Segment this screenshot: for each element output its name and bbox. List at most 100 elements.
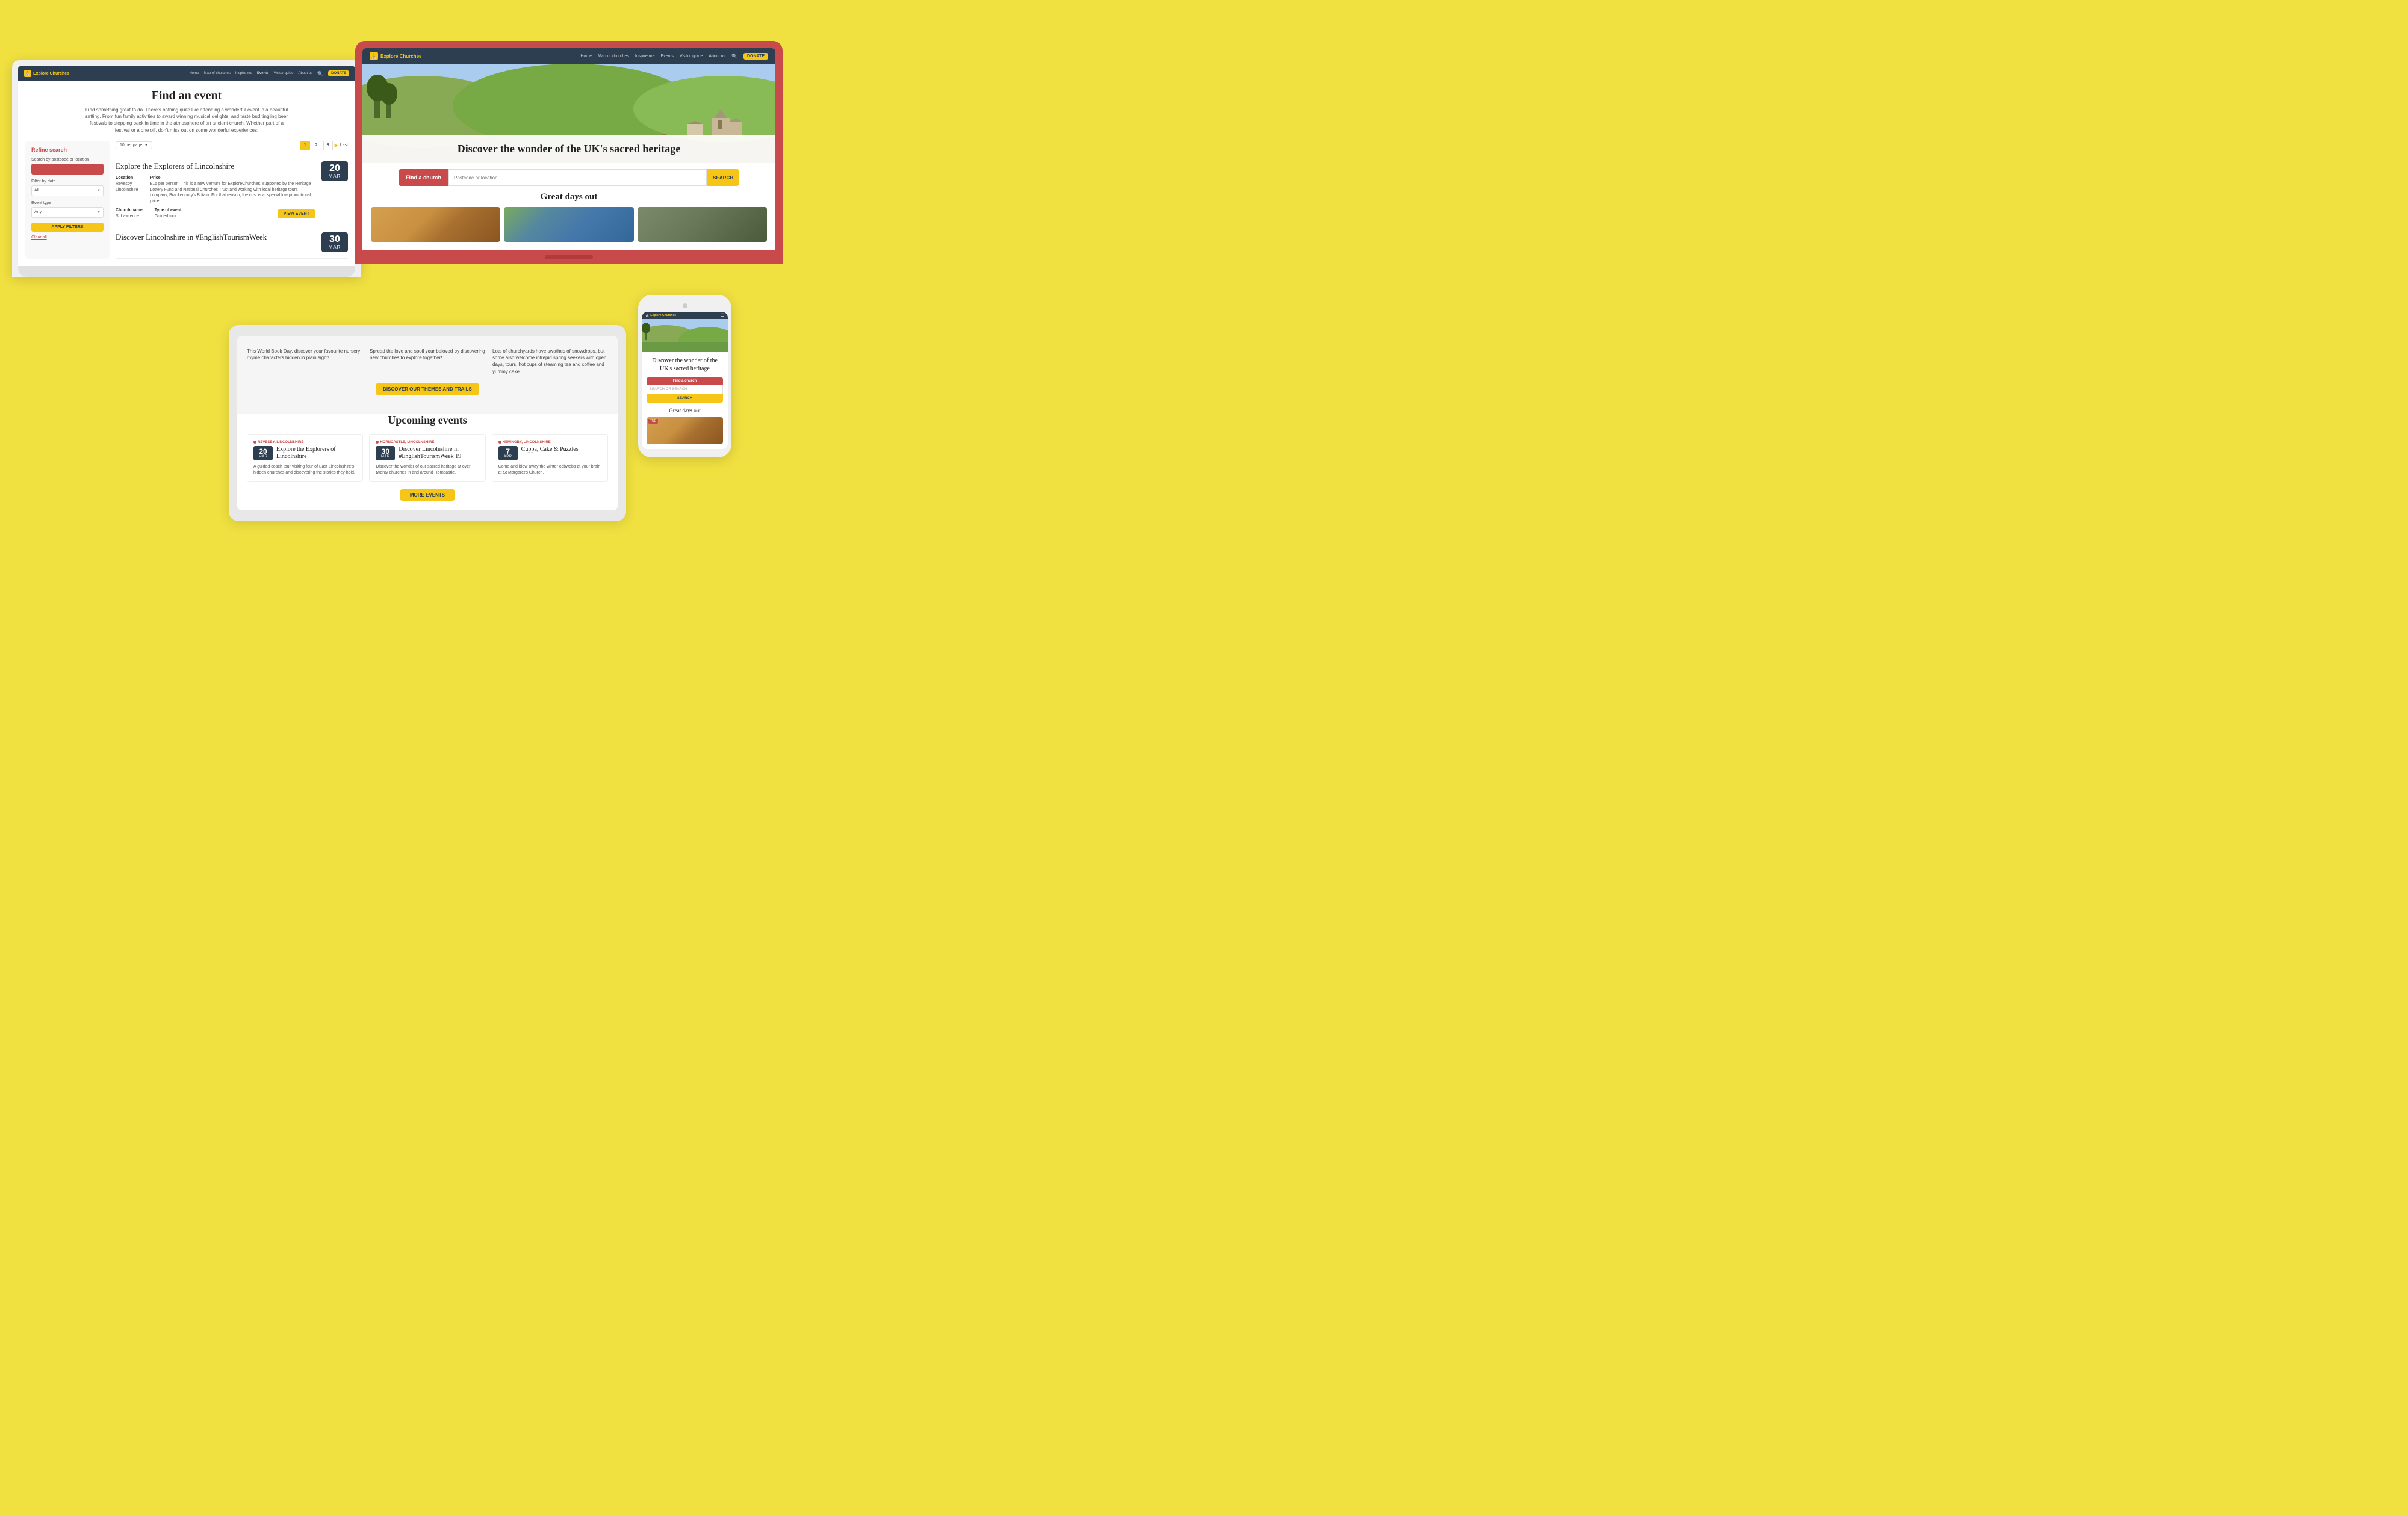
event-bottom-meta-1: Church name St Lawrence Type of event Gu… [116, 208, 315, 220]
main-nav-events[interactable]: Events [661, 54, 674, 58]
main-nav-home[interactable]: Home [580, 54, 592, 58]
tec-day-2: 30 [376, 448, 395, 455]
location-value: Revesby, Lincolnshire [116, 181, 138, 193]
more-events-btn[interactable]: MORE EVENTS [400, 489, 455, 501]
tablet-events-section: Upcoming events REVESBY, LINCOLNSHIRE 20… [237, 414, 618, 511]
pagination: 1 2 3 ▶ Last [300, 141, 348, 150]
main-nav-visitor[interactable]: Visitor guide [680, 54, 703, 58]
type-block: Type of event Guided tour [155, 208, 182, 220]
small-nav-home[interactable]: Home [189, 72, 199, 75]
event-type-value: Any [34, 210, 42, 214]
view-event-btn-1[interactable]: VIEW EVENT [278, 209, 315, 218]
main-laptop-screen: ⛪ Explore Churches Home Map of churches … [362, 48, 775, 250]
tec-header-1: 20 MAR Explore the Explorers of Lincolns… [253, 446, 356, 460]
small-nav-about[interactable]: About us [298, 72, 312, 75]
tec-day-3: 7 [498, 448, 518, 455]
small-laptop-frame: ⛪ Explore Churches Home Map of churches … [12, 60, 361, 277]
events-controls: 10 per page ▼ 1 2 3 ▶ Last [116, 141, 348, 150]
tec-header-3: 7 APR Cuppa, Cake & Puzzles [498, 446, 601, 460]
small-search-icon[interactable]: 🔍 [317, 71, 323, 76]
date-month-2: MAR [321, 244, 348, 250]
small-donate-btn[interactable]: DONATE [328, 70, 349, 76]
great-days-title: Great days out [362, 192, 775, 202]
great-days-card-3[interactable] [638, 207, 767, 242]
date-day-2: 30 [321, 235, 348, 244]
tec-date-2: 30 MAR [376, 446, 395, 460]
phone-hero-img [642, 319, 728, 352]
per-page-arrow: ▼ [144, 143, 148, 147]
phone-device: ⛪ Explore Churches ☰ Discover the wonder… [638, 295, 731, 554]
phone-menu-icon[interactable]: ☰ [721, 313, 724, 318]
tec-month-3: APR [498, 455, 518, 459]
date-arrow: ▼ [97, 189, 101, 193]
phone-camera [683, 303, 687, 308]
date-badge-2: 30 MAR [321, 232, 348, 252]
event-info-1: Explore the Explorers of Lincolnshire Lo… [116, 161, 315, 220]
main-laptop-nav: ⛪ Explore Churches Home Map of churches … [362, 48, 775, 64]
phone-great-days: Great days out [647, 407, 723, 413]
find-church-input[interactable] [448, 169, 707, 186]
phone-search-input[interactable]: SEARCH OR SEARCH [647, 385, 723, 394]
great-days-cards [362, 207, 775, 250]
main-laptop-frame: ⛪ Explore Churches Home Map of churches … [355, 41, 783, 264]
discover-themes-btn[interactable]: DISCOVER OUR THEMES AND TRAILS [376, 383, 479, 395]
location-dot-1 [253, 441, 256, 444]
main-hero: Discover the wonder of the UK's sacred h… [362, 64, 775, 163]
event-type-label: Event type [31, 201, 104, 205]
per-page-selector[interactable]: 10 per page ▼ [116, 141, 152, 149]
theme-card-1: This World Book Day, discover your favou… [247, 348, 362, 375]
postcode-input[interactable] [31, 164, 104, 175]
page-1[interactable]: 1 [300, 141, 310, 150]
page-2[interactable]: 2 [312, 141, 321, 150]
phone-logo-text: Explore Churches [650, 314, 676, 317]
tec-date-1: 20 MAR [253, 446, 273, 460]
event-type-select[interactable]: Any ▼ [31, 207, 104, 218]
phone-screen: ⛪ Explore Churches ☰ Discover the wonder… [642, 312, 728, 449]
event-title-1: Explore the Explorers of Lincolnshire [116, 161, 315, 171]
date-day-1: 20 [321, 164, 348, 173]
date-month-1: MAR [321, 173, 348, 179]
per-page-value: 10 per page [120, 143, 142, 147]
great-days-card-1[interactable] [371, 207, 500, 242]
event-card-1: Explore the Explorers of Lincolnshire Lo… [116, 155, 348, 226]
tec-month-1: MAR [253, 455, 273, 459]
small-nav-visitor[interactable]: Visitor guide [274, 72, 294, 75]
page-next-arrow[interactable]: ▶ [335, 143, 338, 148]
page-3[interactable]: 3 [323, 141, 333, 150]
phone-search-btn[interactable]: SEARCH [647, 394, 723, 403]
event-card-2: Discover Lincolnshire in #EnglishTourism… [116, 226, 348, 259]
clear-filters-link[interactable]: Clear all [31, 235, 104, 240]
small-laptop-screen: ⛪ Explore Churches Home Map of churches … [18, 66, 355, 266]
filter-sidebar: Refine search Search by postcode or loca… [25, 141, 110, 259]
main-logo-icon: ⛪ [370, 52, 378, 60]
date-label: Filter by date [31, 179, 104, 184]
small-nav-events[interactable]: Events [257, 72, 269, 75]
main-donate-btn[interactable]: DONATE [743, 53, 768, 60]
type-label: Type of event [155, 208, 182, 212]
small-nav-map[interactable]: Map of churches [203, 72, 230, 75]
phone-content: Discover the wonder of the UK's sacred h… [642, 352, 728, 449]
tablet-themes: This World Book Day, discover your favou… [237, 336, 618, 414]
event-meta-1: Location Revesby, Lincolnshire Price £15… [116, 176, 315, 205]
tec-title-3: Cuppa, Cake & Puzzles [521, 446, 579, 460]
hero-overlay: Discover the wonder of the UK's sacred h… [362, 135, 775, 163]
small-laptop-device: ⛪ Explore Churches Home Map of churches … [12, 60, 361, 337]
main-nav-inspire[interactable]: Inspire me [635, 54, 655, 58]
date-select[interactable]: All ▼ [31, 185, 104, 196]
location-dot-2 [376, 441, 379, 444]
find-church-search-btn[interactable]: SEARCH [707, 169, 739, 186]
tablet-event-1: REVESBY, LINCOLNSHIRE 20 MAR Explore the… [247, 434, 363, 483]
main-nav-about[interactable]: About us [709, 54, 725, 58]
main-nav-map[interactable]: Map of churches [598, 54, 629, 58]
small-nav-inspire[interactable]: Inspire me [235, 72, 252, 75]
main-search-icon[interactable]: 🔍 [731, 54, 737, 59]
apply-filters-btn[interactable]: APPLY FILTERS [31, 223, 104, 232]
event-location-block: Location Revesby, Lincolnshire [116, 176, 138, 205]
great-days-card-2[interactable] [504, 207, 633, 242]
page-last[interactable]: Last [340, 143, 348, 147]
event-type-arrow: ▼ [97, 211, 101, 214]
main-logo: ⛪ Explore Churches [370, 52, 421, 60]
phone-logo-icon: ⛪ [645, 314, 649, 317]
tec-title-1: Explore the Explorers of Lincolnshire [276, 446, 356, 460]
tec-desc-1: A guided coach tour visiting four of Eas… [253, 464, 356, 476]
